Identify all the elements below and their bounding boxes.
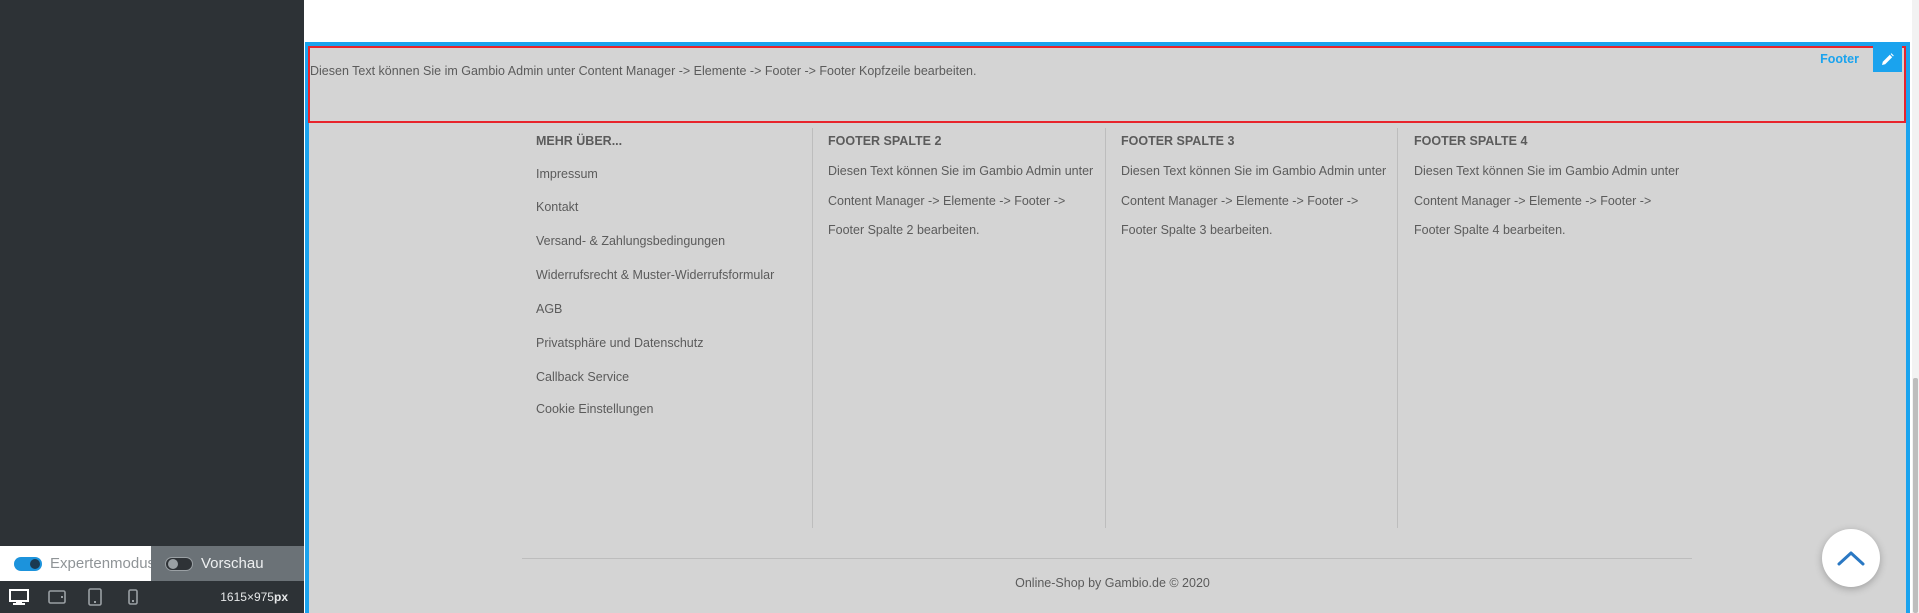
footer-link-datenschutz[interactable]: Privatsphäre und Datenschutz xyxy=(536,336,774,350)
tablet-portrait-icon xyxy=(88,588,102,606)
footer-link-kontakt[interactable]: Kontakt xyxy=(536,200,774,214)
tablet-landscape-icon xyxy=(48,590,66,604)
preview-label: Vorschau xyxy=(201,555,264,572)
column-title: FOOTER SPALTE 2 xyxy=(828,134,942,148)
footer-link-versand[interactable]: Versand- & Zahlungsbedingungen xyxy=(536,234,774,248)
footer-link-impressum[interactable]: Impressum xyxy=(536,167,774,181)
column-divider xyxy=(1397,128,1398,528)
footer-link-widerrufsrecht[interactable]: Widerrufsrecht & Muster-Widerrufsformula… xyxy=(536,268,774,282)
footer-column-2: FOOTER SPALTE 2 Diesen Text können Sie i… xyxy=(828,134,1098,246)
footer-column-1: MEHR ÜBER... Impressum Kontakt Versand- … xyxy=(536,134,774,416)
footer-header-selection[interactable] xyxy=(308,46,1906,123)
expert-mode-switch[interactable] xyxy=(14,556,42,571)
column-title: MEHR ÜBER... xyxy=(536,134,623,148)
footer-link-agb[interactable]: AGB xyxy=(536,302,774,316)
footer-column-3: FOOTER SPALTE 3 Diesen Text können Sie i… xyxy=(1121,134,1391,246)
footer-zone-label: Footer xyxy=(1820,52,1859,66)
switch-knob xyxy=(30,558,40,569)
switch-knob xyxy=(168,558,178,569)
viewport-times: × xyxy=(246,590,254,604)
desktop-icon xyxy=(9,589,29,605)
footer-link-cookie[interactable]: Cookie Einstellungen xyxy=(536,402,774,416)
column-text: Diesen Text können Sie im Gambio Admin u… xyxy=(1121,164,1387,237)
footer-link-callback[interactable]: Callback Service xyxy=(536,370,774,384)
viewport-height: 975 xyxy=(253,590,274,604)
footer-separator xyxy=(522,558,1692,559)
column-title: FOOTER SPALTE 3 xyxy=(1121,134,1235,148)
column-divider xyxy=(1105,128,1106,528)
column-text: Diesen Text können Sie im Gambio Admin u… xyxy=(828,164,1094,237)
page-scrollbar-thumb[interactable] xyxy=(1913,378,1918,613)
footer-header-text: Diesen Text können Sie im Gambio Admin u… xyxy=(310,64,977,78)
editor-sidebar xyxy=(0,0,304,613)
viewport-dimensions: 1615×975px xyxy=(220,590,288,604)
copyright-line: Online-Shop by Gambio.de © 2020 xyxy=(0,576,1919,590)
column-divider xyxy=(812,128,813,528)
viewport-unit: px xyxy=(273,590,288,604)
column-text: Diesen Text können Sie im Gambio Admin u… xyxy=(1414,164,1680,237)
footer-links-list: Impressum Kontakt Versand- & Zahlungsbed… xyxy=(536,167,774,416)
edit-footer-button[interactable] xyxy=(1873,46,1902,72)
pencil-icon xyxy=(1882,52,1894,65)
copyright-text: Online-Shop by Gambio.de © 2020 xyxy=(1015,576,1210,590)
scroll-to-top-button[interactable] xyxy=(1822,529,1880,587)
viewport-width: 1615 xyxy=(220,590,247,604)
footer-column-4: FOOTER SPALTE 4 Diesen Text können Sie i… xyxy=(1414,134,1684,246)
preview-switch[interactable] xyxy=(165,556,193,571)
phone-icon xyxy=(128,589,138,605)
column-title: FOOTER SPALTE 4 xyxy=(1414,134,1528,148)
chevron-up-icon xyxy=(1837,551,1865,566)
expert-mode-label: Expertenmodus xyxy=(50,555,156,572)
